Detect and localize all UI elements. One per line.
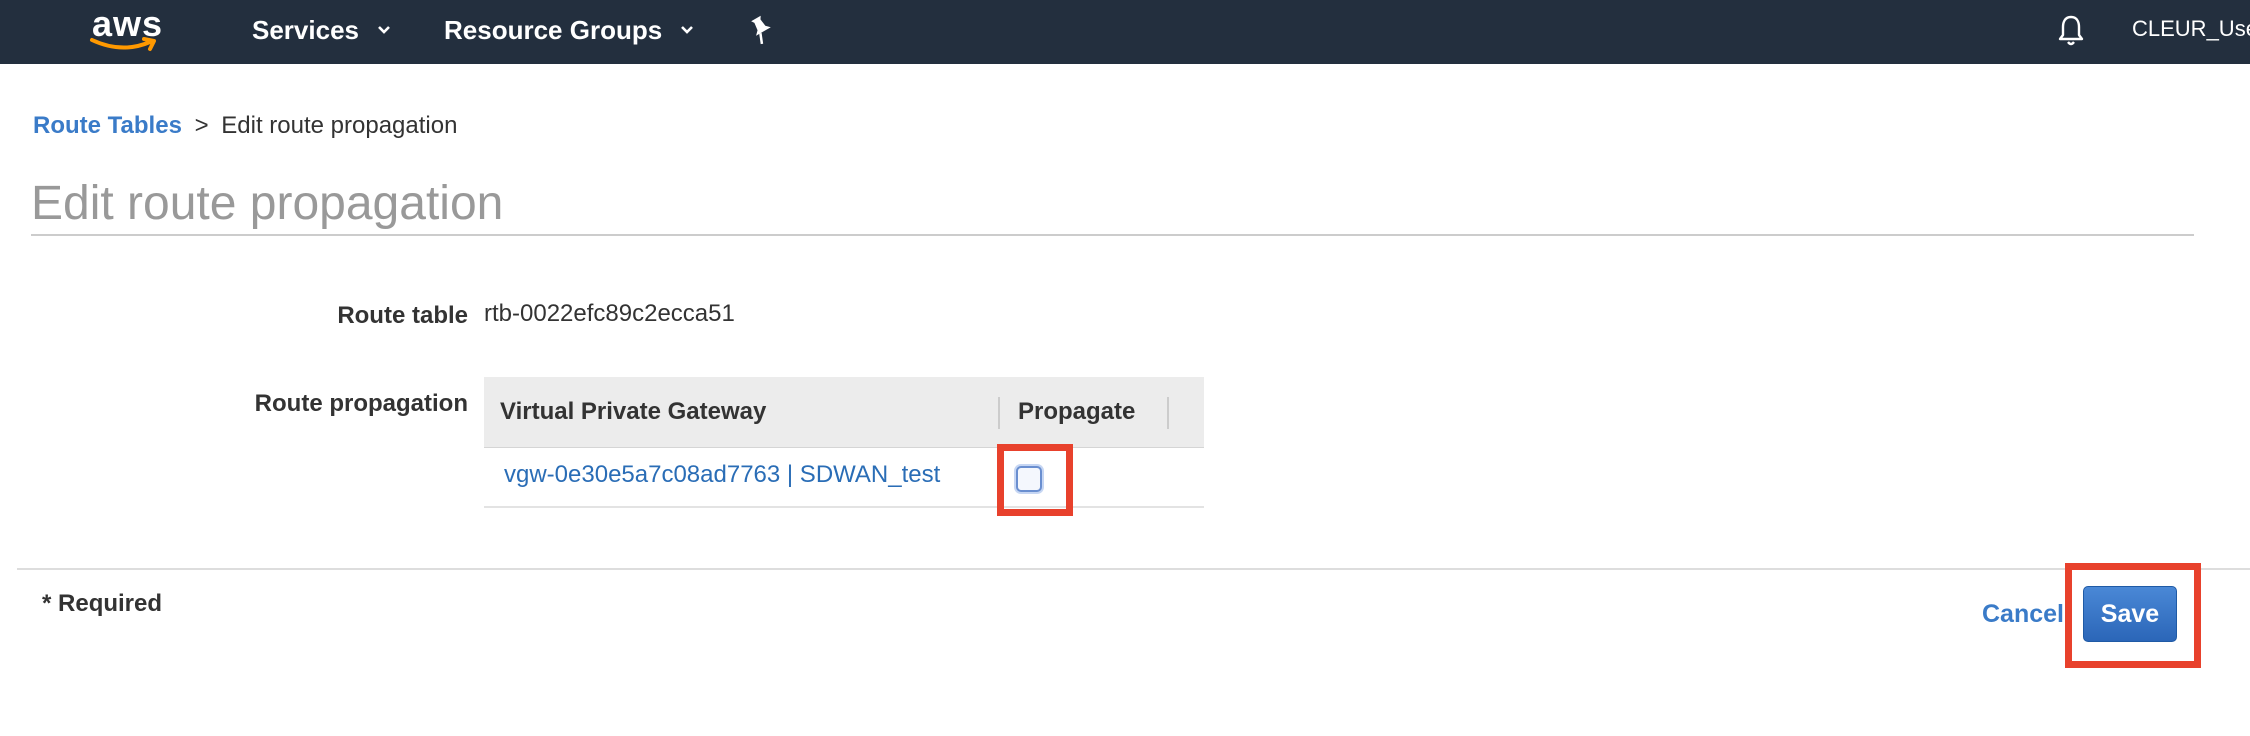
route-table-label: Route table	[337, 302, 468, 329]
breadcrumb-route-tables-link[interactable]: Route Tables	[33, 112, 182, 139]
aws-logo[interactable]: aws	[88, 4, 164, 54]
user-account-menu[interactable]: CLEUR_User	[2132, 16, 2250, 42]
title-divider	[31, 234, 2194, 236]
footer-divider	[17, 568, 2250, 570]
services-menu[interactable]: Services	[252, 12, 391, 48]
virtual-private-gateway-link[interactable]: vgw-0e30e5a7c08ad7763 | SDWAN_test	[504, 461, 940, 489]
column-divider	[998, 397, 1000, 429]
column-header-propagate: Propagate	[1018, 398, 1136, 425]
column-divider	[1167, 397, 1169, 429]
breadcrumb-current: Edit route propagation	[221, 112, 458, 139]
column-header-virtual-private-gateway: Virtual Private Gateway	[500, 398, 767, 425]
checkbox-highlight-box	[997, 444, 1073, 516]
route-table-value: rtb-0022efc89c2ecca51	[484, 300, 735, 327]
chevron-down-icon	[681, 26, 694, 34]
breadcrumb-separator: >	[194, 112, 209, 139]
breadcrumb: Route Tables > Edit route propagation	[33, 112, 457, 140]
top-nav-bar: aws Services Resource Groups CLEUR_User	[0, 0, 2250, 64]
save-highlight-box	[2065, 563, 2201, 668]
cancel-button[interactable]: Cancel	[1982, 600, 2064, 629]
services-label: Services	[252, 14, 359, 45]
bell-icon[interactable]	[2056, 14, 2086, 48]
table-row: vgw-0e30e5a7c08ad7763 | SDWAN_test	[484, 448, 1204, 508]
route-propagation-table: Virtual Private Gateway Propagate vgw-0e…	[484, 377, 1204, 508]
aws-smile-icon	[90, 37, 156, 51]
table-header: Virtual Private Gateway Propagate	[484, 377, 1204, 448]
page-title: Edit route propagation	[31, 177, 504, 230]
chevron-down-icon	[378, 26, 390, 34]
required-note: * Required	[42, 590, 163, 617]
route-propagation-label: Route propagation	[254, 390, 468, 417]
resource-groups-label: Resource Groups	[444, 14, 663, 45]
resource-groups-menu[interactable]: Resource Groups	[444, 12, 694, 48]
pin-icon[interactable]	[746, 14, 776, 46]
